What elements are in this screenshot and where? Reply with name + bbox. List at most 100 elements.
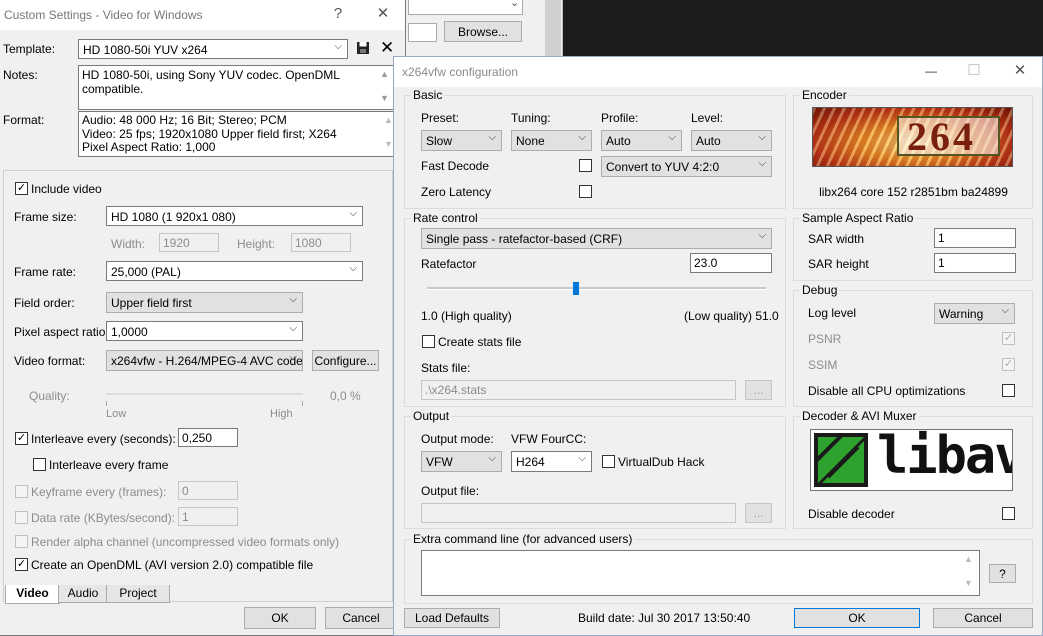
sar-height-field[interactable]: 1 bbox=[934, 253, 1016, 273]
notes-scrollbar[interactable]: ▲ ▼ bbox=[380, 68, 389, 104]
close-icon[interactable]: ✕ bbox=[1010, 63, 1030, 79]
create-stats-checkbox[interactable] bbox=[422, 335, 435, 348]
keyframe-checkbox[interactable] bbox=[15, 485, 28, 498]
background-dropdown-arrow[interactable]: ⌄ bbox=[510, 0, 519, 9]
field-order-label: Field order: bbox=[14, 296, 75, 310]
include-video-checkbox[interactable]: ✓ bbox=[15, 182, 28, 195]
sar-width-field[interactable]: 1 bbox=[934, 228, 1016, 248]
quality-slider[interactable] bbox=[106, 384, 303, 408]
background-browse-button[interactable]: Browse... bbox=[444, 21, 522, 42]
build-date: Build date: Jul 30 2017 13:50:40 bbox=[578, 611, 751, 625]
background-gray-panel bbox=[545, 0, 561, 60]
output-browse-button[interactable]: ... bbox=[745, 503, 772, 523]
interleave-frame-checkbox[interactable] bbox=[33, 458, 46, 471]
level-select[interactable]: Auto ⌵ bbox=[691, 130, 772, 151]
x264-cancel-button[interactable]: Cancel bbox=[933, 608, 1033, 628]
format-info-box: Audio: 48 000 Hz; 16 Bit; Stereo; PCM Vi… bbox=[78, 111, 395, 157]
format-scrollbar[interactable]: ▲ ▼ bbox=[384, 114, 393, 150]
tab-video[interactable]: Video bbox=[5, 585, 60, 604]
vdub-hack-checkbox[interactable] bbox=[602, 455, 615, 468]
ratefactor-slider-thumb[interactable] bbox=[573, 282, 580, 295]
interleave-field[interactable]: 0,250 bbox=[178, 428, 238, 447]
preset-label: Preset: bbox=[421, 111, 460, 125]
rate-mode-select[interactable]: Single pass - ratefactor-based (CRF) ⌵ bbox=[421, 228, 772, 249]
keyframe-field[interactable]: 0 bbox=[178, 481, 238, 500]
custom-settings-titlebar[interactable]: Custom Settings - Video for Windows ? ✕ bbox=[0, 0, 405, 30]
ratefactor-slider[interactable] bbox=[421, 279, 772, 299]
output-file-field[interactable] bbox=[421, 503, 736, 523]
chevron-down-icon: ⌵ bbox=[578, 132, 586, 143]
tab-audio[interactable]: Audio bbox=[58, 585, 108, 603]
extra-cmd-scrollbar[interactable]: ▲ ▼ bbox=[964, 553, 973, 589]
width-field[interactable]: 1920 bbox=[159, 233, 219, 252]
minimize-icon[interactable]: — bbox=[921, 63, 941, 79]
extra-cmd-textarea[interactable] bbox=[421, 550, 980, 596]
video-format-select[interactable]: x264vfw - H.264/MPEG-4 AVC codec ⌵ bbox=[106, 350, 303, 371]
height-field[interactable]: 1080 bbox=[291, 233, 351, 252]
tab-project[interactable]: Project bbox=[106, 585, 170, 603]
maximize-icon[interactable]: ☐ bbox=[964, 63, 984, 79]
x264-ok-button[interactable]: OK bbox=[794, 608, 920, 628]
ok-button[interactable]: OK bbox=[244, 607, 316, 629]
fourcc-select[interactable]: H264 ⌵ bbox=[511, 451, 592, 472]
decoder-group-title: Decoder & AVI Muxer bbox=[800, 409, 919, 423]
data-rate-field[interactable]: 1 bbox=[178, 507, 238, 526]
format-video-line: Video: 25 fps; 1920x1080 Upper field fir… bbox=[82, 126, 337, 141]
profile-value: Auto bbox=[606, 134, 631, 148]
help-icon[interactable]: ? bbox=[328, 6, 348, 22]
psnr-checkbox[interactable]: ✓ bbox=[1002, 332, 1015, 345]
custom-settings-window: Custom Settings - Video for Windows ? ✕ … bbox=[0, 0, 406, 636]
configure-button[interactable]: Configure... bbox=[312, 350, 379, 371]
create-stats-label: Create stats file bbox=[438, 335, 522, 349]
preset-select[interactable]: Slow ⌵ bbox=[421, 130, 502, 151]
template-select[interactable]: HD 1080-50i YUV x264 ⌵ bbox=[78, 39, 348, 59]
libav-logo-mark bbox=[814, 433, 868, 487]
tuning-value: None bbox=[516, 134, 545, 148]
tuning-select[interactable]: None ⌵ bbox=[511, 130, 592, 151]
disable-cpu-checkbox[interactable] bbox=[1002, 384, 1015, 397]
notes-label: Notes: bbox=[3, 68, 38, 82]
chevron-down-icon: ⌵ bbox=[578, 453, 586, 464]
pixel-aspect-label: Pixel aspect ratio: bbox=[14, 325, 109, 339]
stats-browse-button[interactable]: ... bbox=[745, 380, 772, 400]
quality-label: Quality: bbox=[29, 389, 70, 403]
notes-textarea[interactable]: HD 1080-50i, using Sony YUV codec. OpenD… bbox=[78, 65, 395, 110]
ratefactor-field[interactable]: 23.0 bbox=[690, 253, 772, 273]
frame-size-select[interactable]: HD 1080 (1 920x1 080) ⌵ bbox=[106, 206, 363, 226]
field-order-select[interactable]: Upper field first ⌵ bbox=[106, 292, 303, 313]
output-mode-select[interactable]: VFW ⌵ bbox=[421, 451, 502, 472]
delete-template-icon[interactable]: ✕ bbox=[380, 39, 394, 56]
x264-titlebar[interactable]: x264vfw configuration — ☐ ✕ bbox=[394, 57, 1042, 87]
fast-decode-checkbox[interactable] bbox=[579, 159, 592, 172]
load-defaults-button[interactable]: Load Defaults bbox=[404, 608, 500, 628]
render-alpha-label: Render alpha channel (uncompressed video… bbox=[31, 535, 340, 549]
chevron-down-icon: ⌵ bbox=[758, 132, 766, 143]
disable-decoder-checkbox[interactable] bbox=[1002, 507, 1015, 520]
chevron-down-icon: ⌵ bbox=[758, 230, 766, 241]
convert-select[interactable]: Convert to YUV 4:2:0 ⌵ bbox=[601, 156, 772, 177]
opendml-checkbox[interactable]: ✓ bbox=[15, 558, 28, 571]
fourcc-value: H264 bbox=[516, 455, 545, 469]
render-alpha-checkbox[interactable] bbox=[15, 535, 28, 548]
ssim-checkbox[interactable]: ✓ bbox=[1002, 358, 1015, 371]
output-mode-value: VFW bbox=[426, 455, 453, 469]
cancel-button[interactable]: Cancel bbox=[325, 607, 397, 629]
data-rate-label: Data rate (KBytes/second): bbox=[31, 511, 176, 525]
frame-rate-select[interactable]: 25,000 (PAL) ⌵ bbox=[106, 261, 363, 281]
pixel-aspect-select[interactable]: 1,0000 ⌵ bbox=[106, 321, 303, 341]
data-rate-checkbox[interactable] bbox=[15, 511, 28, 524]
x264-logo-text: 264 bbox=[907, 114, 976, 159]
interleave-label: Interleave every (seconds): bbox=[31, 432, 176, 446]
stats-file-field[interactable]: .\x264.stats bbox=[421, 380, 736, 400]
zero-latency-checkbox[interactable] bbox=[579, 185, 592, 198]
log-level-select[interactable]: Warning ⌵ bbox=[934, 303, 1015, 324]
help-button[interactable]: ? bbox=[989, 564, 1016, 583]
profile-select[interactable]: Auto ⌵ bbox=[601, 130, 682, 151]
save-template-icon[interactable] bbox=[356, 41, 370, 55]
stats-file-label: Stats file: bbox=[421, 361, 471, 375]
background-text-field[interactable] bbox=[408, 23, 437, 42]
background-window-field[interactable] bbox=[408, 0, 523, 15]
interleave-checkbox[interactable]: ✓ bbox=[15, 432, 28, 445]
log-level-label: Log level bbox=[808, 306, 857, 320]
close-icon[interactable]: ✕ bbox=[373, 6, 393, 22]
